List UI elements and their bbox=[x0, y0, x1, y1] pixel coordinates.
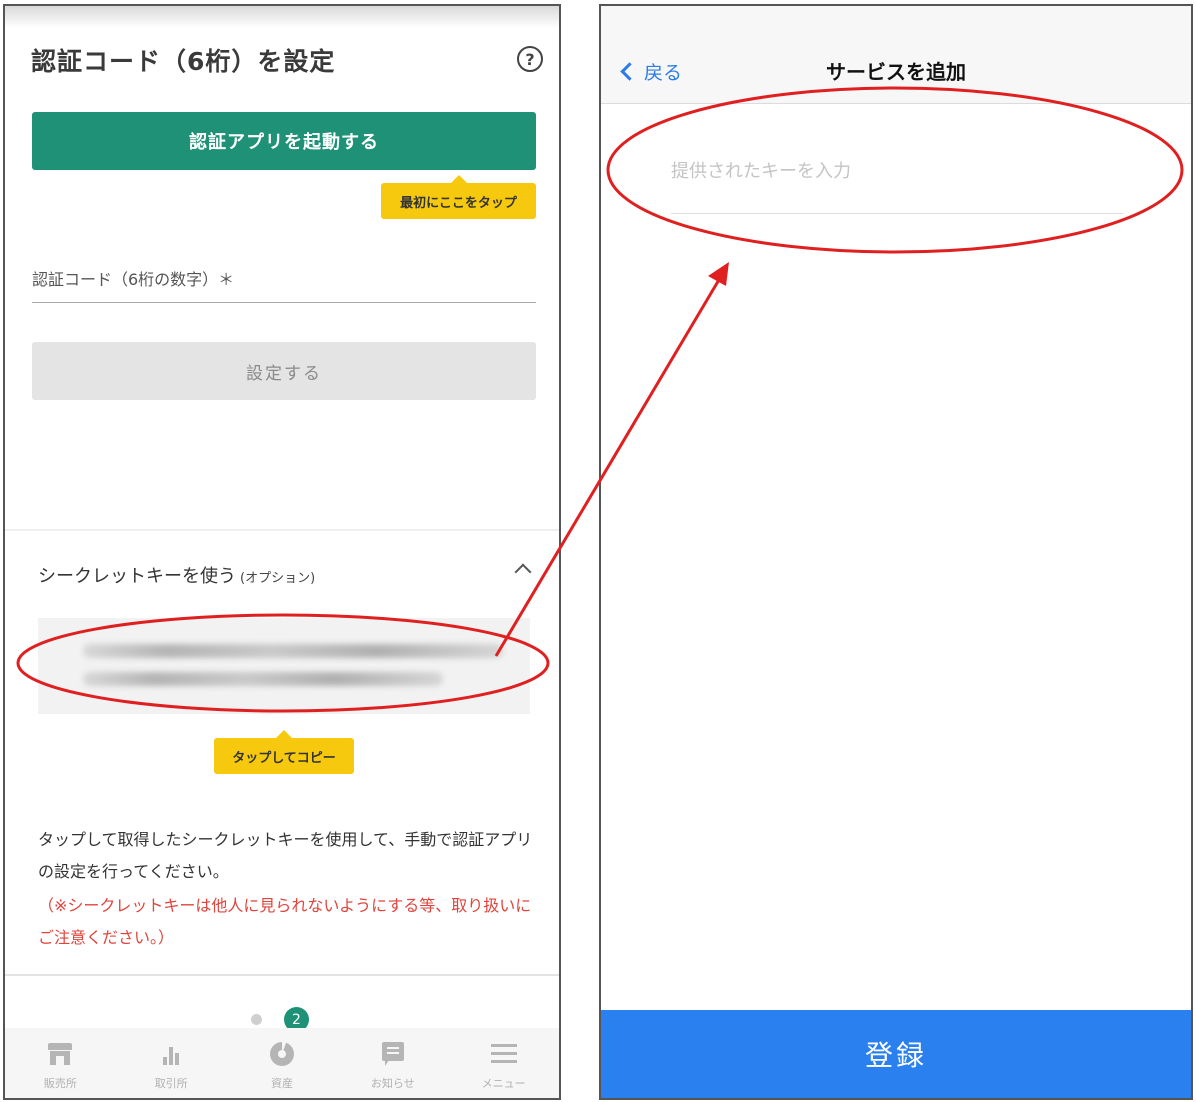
left-phone-screen: 認証コード（6桁）を設定 ? 認証アプリを起動する 最初にここをタップ 認証コー… bbox=[3, 4, 561, 1100]
auth-code-input-underline[interactable] bbox=[32, 302, 536, 303]
tab-label: お知らせ bbox=[370, 1077, 415, 1090]
instruction-text: タップして取得したシークレットキーを使用して、手動で認証アプリの設定を行ってくだ… bbox=[38, 830, 533, 881]
tap-to-copy-tooltip: タップしてコピー bbox=[214, 730, 354, 774]
tab-label: メニュー bbox=[481, 1077, 526, 1090]
secret-key-section-header[interactable]: シークレットキーを使う (オプション) bbox=[38, 562, 315, 588]
tab-shop[interactable]: 販売所 bbox=[5, 1028, 116, 1098]
secret-key-input[interactable] bbox=[671, 124, 1123, 214]
right-phone-screen: 戻る サービスを追加 登録 bbox=[599, 4, 1193, 1100]
tab-assets[interactable]: 資産 bbox=[227, 1028, 338, 1098]
content-divider bbox=[5, 974, 559, 976]
bottom-tab-bar: 販売所 取引所 資産 お知らせ メニュー bbox=[5, 1028, 559, 1098]
secret-key-section-title: シークレットキーを使う bbox=[38, 566, 236, 587]
section-divider bbox=[5, 529, 559, 531]
tab-label: 取引所 bbox=[154, 1077, 188, 1090]
tab-label: 販売所 bbox=[43, 1077, 77, 1090]
menu-icon bbox=[489, 1039, 519, 1069]
shop-icon bbox=[45, 1039, 75, 1069]
status-bar-fade bbox=[5, 6, 559, 28]
message-icon bbox=[378, 1039, 408, 1069]
tab-exchange[interactable]: 取引所 bbox=[116, 1028, 227, 1098]
auth-code-field-label[interactable]: 認証コード（6桁の数字）＊ bbox=[32, 266, 234, 290]
tab-menu[interactable]: メニュー bbox=[448, 1028, 559, 1098]
page-title: 認証コード（6桁）を設定 bbox=[31, 47, 336, 76]
screen-title: サービスを追加 bbox=[826, 60, 966, 84]
pager-dot[interactable] bbox=[251, 1014, 262, 1025]
secret-key-box[interactable] bbox=[38, 618, 530, 714]
set-button[interactable]: 設定する bbox=[32, 342, 536, 400]
navigation-bar: 戻る サービスを追加 bbox=[601, 6, 1191, 104]
bar-chart-icon bbox=[156, 1039, 186, 1069]
help-icon[interactable]: ? bbox=[517, 46, 543, 72]
tab-label: 資産 bbox=[270, 1077, 293, 1090]
pie-chart-icon bbox=[267, 1039, 297, 1069]
chevron-up-icon[interactable] bbox=[514, 563, 532, 581]
tap-here-first-tooltip: 最初にここをタップ bbox=[381, 175, 536, 219]
warning-text: （※シークレットキーは他人に見られないようにする等、取り扱いにご注意ください。） bbox=[38, 896, 532, 947]
launch-auth-app-button[interactable]: 認証アプリを起動する bbox=[32, 112, 536, 170]
blurred-secret-key-line bbox=[83, 672, 443, 686]
register-button[interactable]: 登録 bbox=[601, 1010, 1191, 1098]
tab-news[interactable]: お知らせ bbox=[337, 1028, 448, 1098]
option-label: (オプション) bbox=[240, 571, 316, 586]
blurred-secret-key-line bbox=[83, 644, 503, 658]
